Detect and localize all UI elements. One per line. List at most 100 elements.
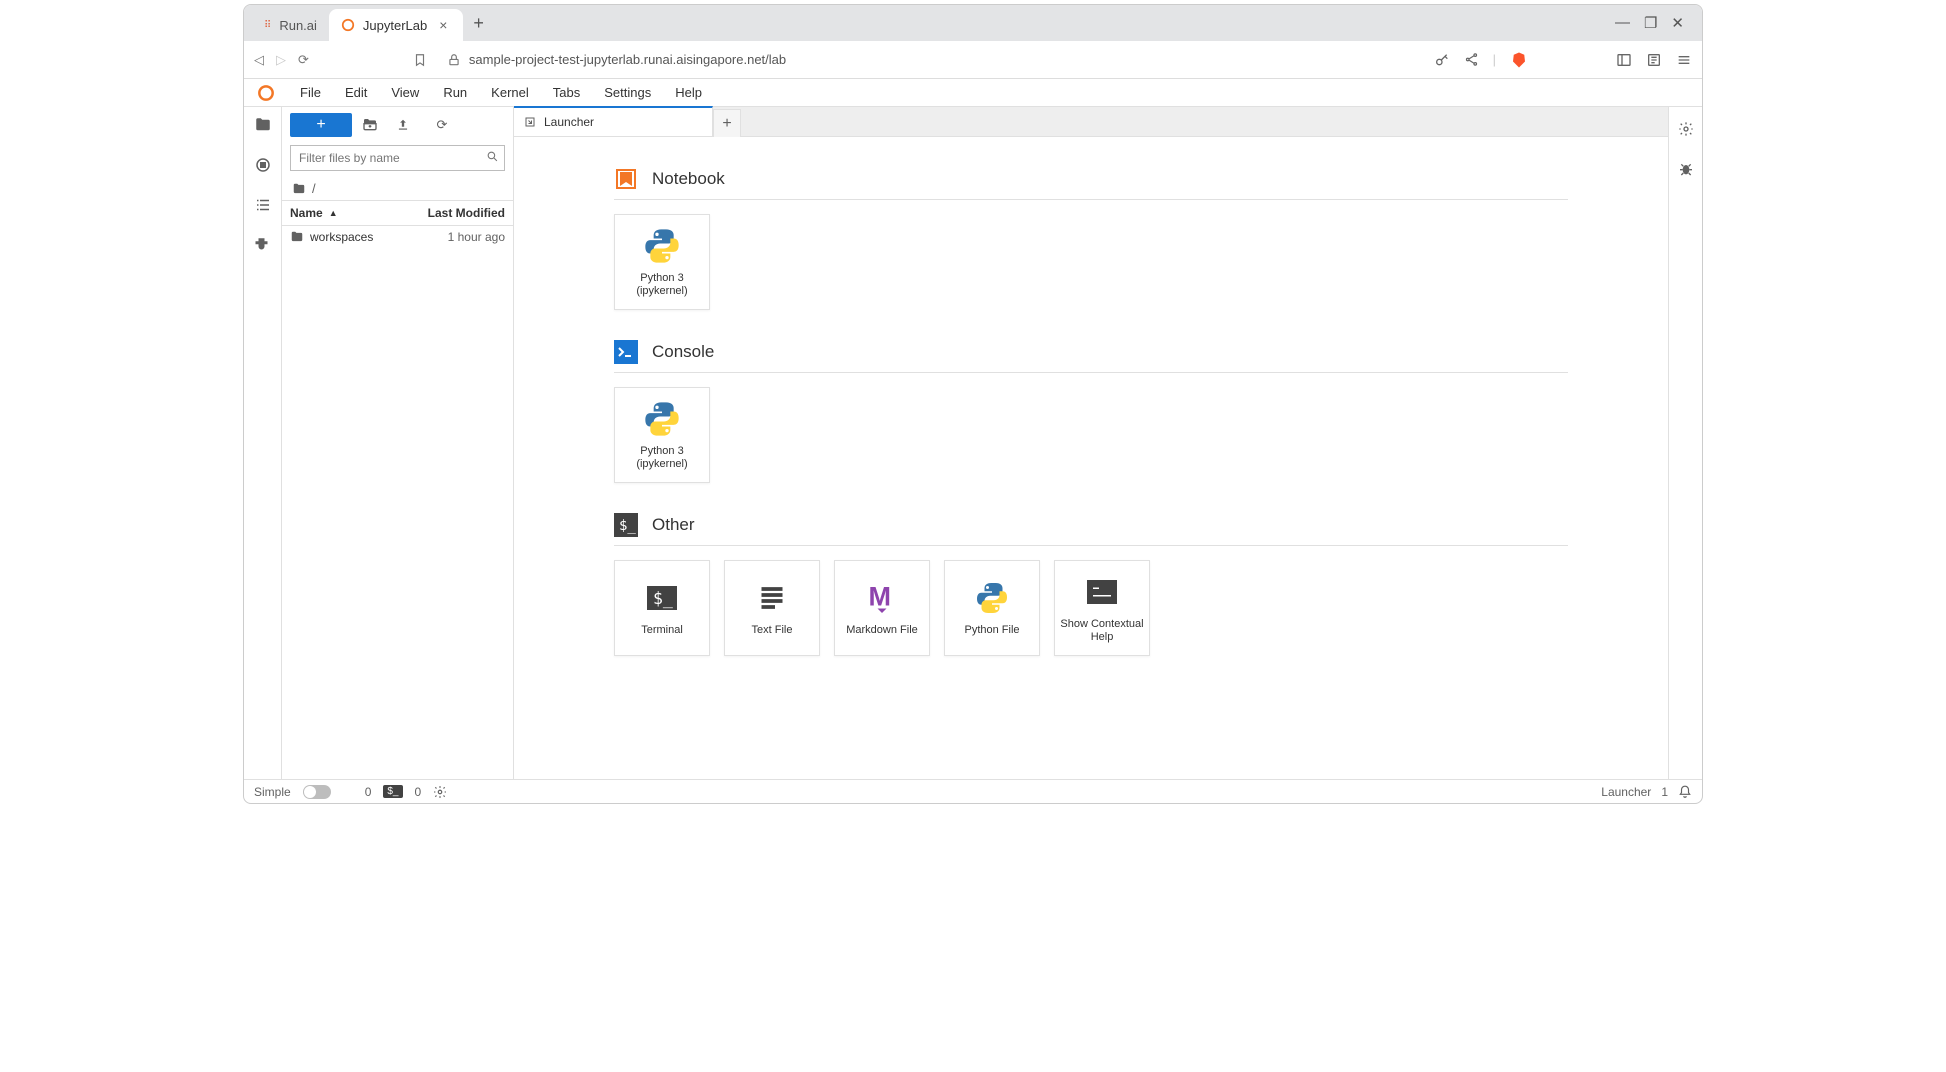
filebrowser-header: Name ▲ Last Modified [282,200,513,226]
new-launcher-button[interactable]: + [290,113,352,137]
document-tab-bar: Launcher + [514,107,1668,137]
toc-tab-icon[interactable] [253,195,273,215]
browser-tab-label: Run.ai [279,18,317,33]
sort-asc-icon: ▲ [329,208,338,218]
debugger-icon[interactable] [1676,159,1696,179]
nav-forward-icon[interactable]: ▷ [276,52,286,68]
simple-mode-toggle[interactable] [303,785,331,799]
filebrowser-tab-icon[interactable] [253,115,273,135]
file-row[interactable]: workspaces 1 hour ago [282,226,513,248]
terminal-icon: $_ [642,578,682,618]
breadcrumb[interactable]: / [282,177,513,200]
file-name: workspaces [310,230,373,244]
nav-reload-icon[interactable]: ⟳ [298,52,309,68]
filebrowser-panel: + ⟳ / Name [282,107,514,779]
help-panel-icon [1082,572,1122,612]
simple-mode-label: Simple [254,785,291,799]
new-folder-icon[interactable] [362,117,386,133]
launcher-card-terminal[interactable]: $_ Terminal [614,560,710,656]
python-icon [642,399,682,439]
share-icon[interactable] [1464,52,1479,67]
url-text: sample-project-test-jupyterlab.runai.ais… [469,52,786,67]
hamburger-menu-icon[interactable] [1676,52,1692,68]
window-close-icon[interactable]: ✕ [1671,14,1684,32]
browser-tab-runai[interactable]: ⠿ Run.ai [252,9,329,41]
jupyter-logo-icon [256,83,276,103]
launcher-tab-icon [524,116,536,128]
launcher-card-textfile[interactable]: Text File [724,560,820,656]
launcher-card-notebook-python3[interactable]: Python 3 (ipykernel) [614,214,710,310]
refresh-icon[interactable]: ⟳ [430,117,454,133]
doc-tab-label: Launcher [544,115,594,129]
add-doc-tab-button[interactable]: + [713,109,741,137]
close-tab-icon[interactable]: × [435,17,451,33]
bell-icon[interactable] [1678,785,1692,799]
markdown-icon: M [862,578,902,618]
search-icon [486,150,499,163]
menu-help[interactable]: Help [665,81,712,104]
terminal-count: 0 [365,785,372,799]
left-activity-bar [244,107,282,779]
file-modified: 1 hour ago [448,230,505,244]
menu-kernel[interactable]: Kernel [481,81,539,104]
browser-tab-label: JupyterLab [363,18,427,33]
key-icon[interactable] [1434,52,1450,68]
window-minimize-icon[interactable]: — [1615,14,1630,32]
section-title: Console [652,342,714,362]
kernel-settings-icon[interactable] [433,785,447,799]
extensions-tab-icon[interactable] [253,235,273,255]
python-icon [642,226,682,266]
column-modified-header[interactable]: Last Modified [420,201,513,225]
launcher-card-pythonfile[interactable]: Python File [944,560,1040,656]
svg-text:$_: $_ [653,589,673,608]
launcher-card-console-python3[interactable]: Python 3 (ipykernel) [614,387,710,483]
filter-files-input[interactable] [290,145,505,171]
runai-favicon: ⠿ [264,20,271,31]
menu-tabs[interactable]: Tabs [543,81,590,104]
card-label: Python 3 (ipykernel) [615,272,709,298]
card-label: Show Contextual Help [1055,618,1149,644]
folder-icon [290,230,304,244]
menu-settings[interactable]: Settings [594,81,661,104]
nav-back-icon[interactable]: ◁ [254,52,264,68]
column-name-header[interactable]: Name ▲ [282,201,420,225]
bookmark-icon[interactable] [413,53,427,67]
breadcrumb-path: / [312,181,316,196]
menu-edit[interactable]: Edit [335,81,377,104]
folder-icon [292,182,306,196]
section-title: Notebook [652,169,725,189]
window-maximize-icon[interactable]: ❐ [1644,14,1657,32]
lock-icon [447,53,461,67]
jupyter-menubar: File Edit View Run Kernel Tabs Settings … [244,79,1702,107]
terminal-status-icon[interactable]: $_ [383,785,402,798]
property-inspector-icon[interactable] [1676,119,1696,139]
url-field[interactable]: sample-project-test-jupyterlab.runai.ais… [439,52,1422,67]
card-label: Text File [748,624,797,637]
right-activity-bar [1668,107,1702,779]
sidebar-toggle-icon[interactable] [1616,52,1632,68]
other-section-icon: $_ [614,513,638,537]
menu-file[interactable]: File [290,81,331,104]
reader-icon[interactable] [1646,52,1662,68]
status-mode-label: Launcher [1601,785,1651,799]
doc-tab-launcher[interactable]: Launcher [514,106,713,136]
menu-view[interactable]: View [381,81,429,104]
menu-run[interactable]: Run [433,81,477,104]
console-section-icon [614,340,638,364]
status-bar: Simple 0 $_ 0 Launcher 1 [244,779,1702,803]
svg-text:$_: $_ [619,518,636,534]
launcher-card-markdown[interactable]: M Markdown File [834,560,930,656]
launcher-card-contextual-help[interactable]: Show Contextual Help [1054,560,1150,656]
textfile-icon [752,578,792,618]
card-label: Terminal [637,624,687,637]
upload-icon[interactable] [396,118,420,132]
running-tab-icon[interactable] [253,155,273,175]
new-tab-button[interactable]: + [463,13,494,34]
svg-text:M: M [869,582,892,612]
kernel-count: 0 [415,785,422,799]
card-label: Python File [960,624,1023,637]
browser-tab-jupyterlab[interactable]: JupyterLab × [329,9,464,41]
card-label: Markdown File [842,624,922,637]
jupyter-favicon [341,18,355,32]
brave-shield-icon[interactable] [1510,51,1528,69]
